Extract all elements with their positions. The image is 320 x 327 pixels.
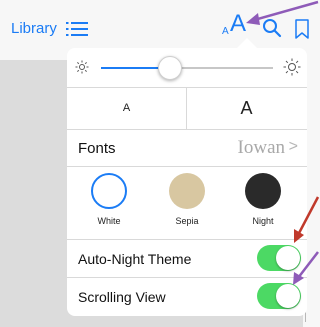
auto-night-row: Auto-Night Theme <box>67 240 307 278</box>
chevron-right-icon: > <box>288 138 298 155</box>
brightness-slider-thumb[interactable] <box>157 56 182 80</box>
brightness-slider[interactable] <box>101 56 273 80</box>
sun-small-icon <box>75 60 89 74</box>
fonts-row[interactable]: Fonts Iowan > <box>67 130 307 167</box>
theme-swatch-night[interactable] <box>245 173 281 209</box>
brightness-row <box>67 48 307 88</box>
annotation-arrow-scrolling <box>293 251 319 285</box>
appearance-popover: A A Fonts Iowan > White Sepia Night Auto… <box>67 48 307 316</box>
theme-night[interactable]: Night <box>233 173 293 226</box>
decrease-text-size-button[interactable]: A <box>67 88 187 129</box>
scrolling-view-label: Scrolling View <box>78 289 166 305</box>
font-size-small-glyph: A <box>222 26 229 37</box>
annotation-arrow-font <box>246 0 319 25</box>
fonts-label: Fonts <box>78 140 116 157</box>
theme-label-night: Night <box>252 216 274 226</box>
theme-swatch-sepia[interactable] <box>169 173 205 209</box>
annotation-arrow-auto-night <box>294 196 320 243</box>
theme-white[interactable]: White <box>79 173 139 226</box>
sun-large-icon <box>283 58 301 76</box>
theme-swatch-white[interactable] <box>91 173 127 209</box>
theme-row: White Sepia Night <box>67 167 307 240</box>
increase-text-size-button[interactable]: A <box>187 88 306 129</box>
theme-sepia[interactable]: Sepia <box>157 173 217 226</box>
list-icon[interactable] <box>66 22 88 36</box>
theme-label-white: White <box>97 216 121 226</box>
text-size-row: A A <box>67 88 307 130</box>
auto-night-label: Auto-Night Theme <box>78 251 192 267</box>
fonts-value: Iowan <box>237 137 285 158</box>
library-button[interactable]: Library <box>11 20 57 37</box>
theme-label-sepia: Sepia <box>175 216 199 226</box>
scrolling-view-row: Scrolling View <box>67 278 307 316</box>
